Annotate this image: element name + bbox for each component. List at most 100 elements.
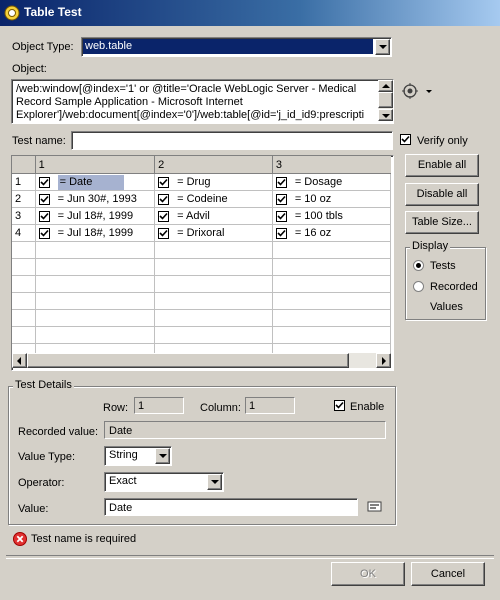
checkbox-checked-icon[interactable] [158, 176, 170, 188]
object-label: Object: [12, 63, 47, 75]
scroll-thumb[interactable] [27, 353, 349, 368]
row-number: 2 [12, 190, 36, 208]
object-line: /web:window[@index='1' or @title='Oracle… [16, 83, 357, 95]
table-row: 3 = Jul 18#, 1999 = Advil = 100 tbls [12, 207, 391, 225]
scroll-thumb[interactable] [378, 92, 393, 108]
target-select-icon[interactable] [402, 83, 436, 99]
cell-text: = 16 oz [294, 227, 332, 239]
object-textarea[interactable]: /web:window[@index='1' or @title='Oracle… [11, 79, 394, 124]
recorded-radio-label: Recorded [430, 281, 478, 293]
value-label: Value: [18, 503, 49, 515]
title-bar: Table Test [0, 0, 500, 26]
ok-button[interactable]: OK [331, 562, 405, 586]
test-table[interactable]: 1 2 3 1 = Date = Drug = Dosage 2 = Jun 3… [11, 155, 394, 371]
row-label: Row: [103, 402, 129, 414]
chevron-down-icon[interactable] [155, 448, 170, 464]
row-field: 1 [134, 397, 184, 414]
cell-text: = Drug [177, 176, 211, 188]
column-header[interactable]: 1 [35, 156, 156, 174]
app-icon [4, 5, 20, 21]
grid-horizontal-scrollbar[interactable] [12, 353, 391, 368]
cell-text: = 100 tbls [294, 210, 343, 222]
object-line: Explorer']/web:document[@index='0']/web:… [16, 109, 365, 121]
checkbox-checked-icon[interactable] [275, 227, 287, 239]
display-group-label: Display [410, 240, 451, 252]
checkbox-checked-icon[interactable] [158, 193, 170, 205]
cell-text: = Date [57, 174, 124, 190]
table-cell[interactable]: = Jul 18#, 1999 [35, 224, 156, 242]
table-size-button[interactable]: Table Size... [405, 211, 479, 234]
checkbox-checked-icon[interactable] [158, 227, 170, 239]
table-cell[interactable]: = 10 oz [272, 190, 391, 208]
checkbox-checked-icon[interactable] [38, 210, 50, 222]
value-type-label: Value Type: [18, 451, 76, 463]
object-scrollbar[interactable] [378, 80, 393, 121]
error-message: Test name is required [31, 533, 137, 545]
table-cell[interactable]: = 16 oz [272, 224, 391, 242]
error-icon [13, 532, 27, 546]
checkbox-checked-icon[interactable] [275, 210, 287, 222]
table-cell[interactable]: = Advil [154, 207, 273, 225]
column-label: Column: [200, 402, 241, 414]
recorded-value-field: Date [104, 421, 386, 439]
radio-selected-icon [413, 260, 424, 271]
row-number: 4 [12, 224, 36, 242]
table-grid: 1 2 3 1 = Date = Drug = Dosage 2 = Jun 3… [12, 156, 391, 353]
arrow-down-icon [382, 114, 390, 118]
recorded-value-label: Recorded value: [18, 426, 99, 438]
table-cell[interactable]: = Codeine [154, 190, 273, 208]
row-number: 3 [12, 207, 36, 225]
checkbox-checked-icon[interactable] [275, 176, 287, 188]
checkbox-checked-icon[interactable] [38, 227, 50, 239]
arrow-right-icon [382, 357, 386, 365]
enable-all-button[interactable]: Enable all [405, 154, 479, 177]
value-type-select[interactable]: String [104, 446, 172, 466]
cell-text: = Jul 18#, 1999 [57, 210, 134, 222]
footer-divider [6, 555, 494, 559]
checkbox-checked-icon[interactable] [275, 193, 287, 205]
edit-value-icon[interactable] [367, 501, 383, 513]
cell-text: = Jul 18#, 1999 [57, 227, 134, 239]
radio-empty-icon [413, 281, 424, 292]
cell-text: = Codeine [177, 193, 228, 205]
table-cell[interactable]: = Drug [154, 173, 273, 191]
checkbox-checked-icon[interactable] [38, 193, 50, 205]
cell-text: = 10 oz [294, 193, 332, 205]
test-name-input[interactable] [71, 131, 393, 150]
checkbox-checked-icon [334, 400, 345, 411]
column-header[interactable]: 2 [154, 156, 273, 174]
verify-only-checkbox[interactable] [400, 134, 411, 148]
cell-text: = Dosage [294, 176, 343, 188]
checkbox-checked-icon[interactable] [158, 210, 170, 222]
table-cell[interactable]: = Jun 30#, 1993 [35, 190, 156, 208]
object-type-value: web.table [83, 39, 373, 54]
cancel-button[interactable]: Cancel [411, 562, 485, 586]
table-cell[interactable]: = Jul 18#, 1999 [35, 207, 156, 225]
scroll-up-button[interactable] [378, 80, 393, 92]
operator-select[interactable]: Exact [104, 472, 224, 492]
table-cell[interactable]: = 100 tbls [272, 207, 391, 225]
column-header[interactable]: 3 [272, 156, 391, 174]
checkbox-checked-icon [400, 134, 411, 145]
table-cell[interactable]: = Date [35, 173, 156, 191]
disable-all-button[interactable]: Disable all [405, 183, 479, 206]
test-name-label: Test name: [12, 135, 66, 147]
test-details-label: Test Details [13, 379, 74, 391]
scroll-left-button[interactable] [12, 353, 27, 368]
scroll-right-button[interactable] [376, 353, 391, 368]
object-type-label: Object Type: [12, 41, 74, 53]
checkbox-checked-icon[interactable] [38, 176, 50, 188]
table-cell[interactable]: = Drixoral [154, 224, 273, 242]
value-input[interactable]: Date [104, 498, 358, 516]
table-cell[interactable]: = Dosage [272, 173, 391, 191]
scroll-down-button[interactable] [378, 109, 393, 121]
enable-checkbox[interactable] [334, 400, 345, 414]
operator-label: Operator: [18, 477, 65, 489]
operator-value: Exact [109, 475, 137, 487]
object-type-combo[interactable]: web.table [81, 37, 392, 57]
chevron-down-icon[interactable] [207, 474, 222, 490]
row-number: 1 [12, 173, 36, 191]
chevron-down-icon[interactable] [375, 39, 390, 55]
enable-label: Enable [350, 401, 385, 413]
arrow-left-icon [17, 357, 21, 365]
